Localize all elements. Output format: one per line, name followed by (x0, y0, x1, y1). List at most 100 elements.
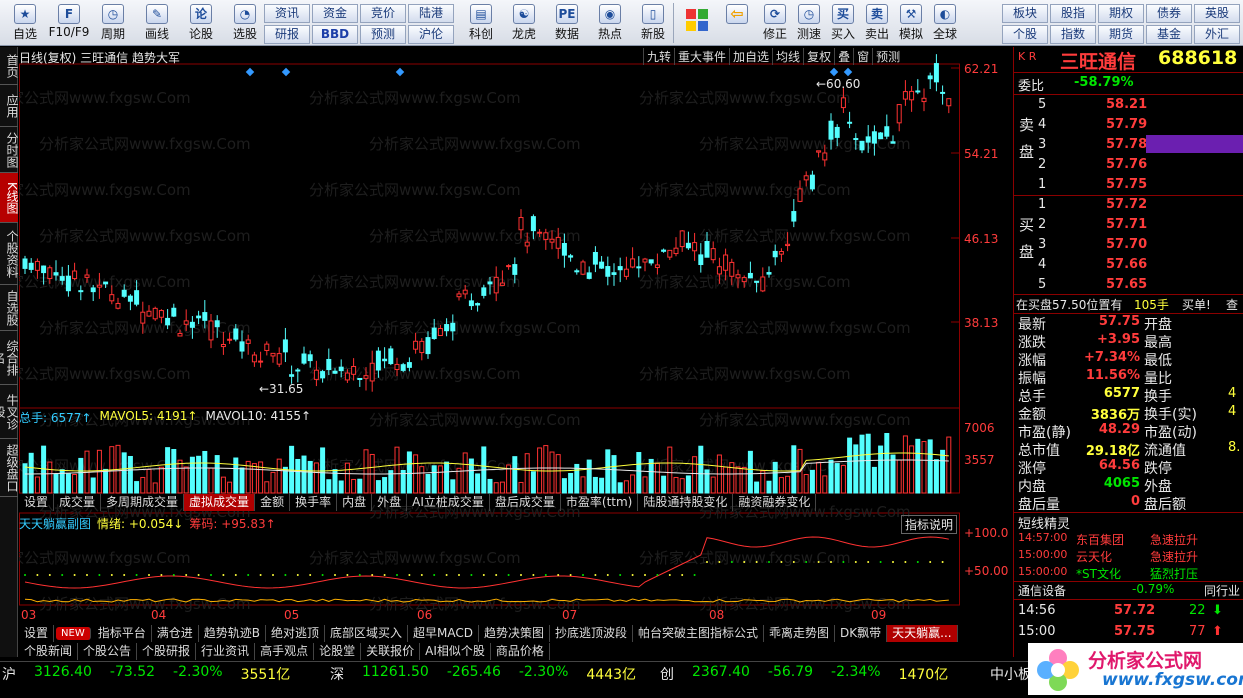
volume-tab[interactable]: 虚拟成交量 (184, 494, 256, 511)
indicator-tab[interactable]: 指标平台 (93, 625, 152, 642)
left-tab[interactable]: 首页 (0, 47, 19, 85)
quick-button[interactable]: 资金 (312, 4, 358, 23)
toolbar-button[interactable]: ◷ 测速 (792, 2, 826, 44)
toolbar-button[interactable]: ☯ 龙虎 (503, 2, 545, 44)
toolbar-button[interactable]: ✎ 画线 (136, 2, 178, 44)
chart-tool-button[interactable]: 加自选 (729, 48, 772, 65)
market-button[interactable]: 期货 (1098, 25, 1144, 44)
news-tab[interactable]: 高手观点 (255, 643, 315, 660)
indicator-tab[interactable]: 趋势决策图 (479, 625, 550, 642)
news-tab[interactable]: 论股堂 (314, 643, 362, 660)
volume-tab[interactable]: 多周期成交量 (101, 494, 185, 511)
chart-tool-button[interactable]: 重大事件 (674, 48, 729, 65)
event-marker-icon[interactable] (245, 67, 255, 77)
market-button[interactable]: 英股 (1194, 4, 1240, 23)
toolbar-button[interactable]: ◷ 周期 (92, 2, 134, 44)
volume-tab[interactable]: 成交量 (54, 494, 102, 511)
news-tab[interactable]: 个股新闻 (19, 643, 79, 660)
toolbar-button[interactable]: 卖卖出 (860, 2, 894, 44)
market-button[interactable]: 板块 (1002, 4, 1048, 23)
toolbar-button[interactable]: 论论股 (180, 2, 222, 44)
news-tab[interactable]: 个股公告 (78, 643, 138, 660)
volume-tab[interactable]: 内盘 (337, 494, 373, 511)
toolbar-button[interactable]: ⟳ 修正 (758, 2, 792, 44)
event-marker-icon[interactable] (843, 67, 853, 77)
quick-button[interactable]: 陆港 (408, 4, 454, 23)
left-tab[interactable]: 分时图 (0, 127, 19, 173)
market-button[interactable]: 股指 (1050, 4, 1096, 23)
toolbar-button[interactable]: ⚒ 模拟 (894, 2, 928, 44)
quick-button[interactable]: 资讯 (264, 4, 310, 23)
market-button[interactable]: 外汇 (1194, 25, 1240, 44)
indicator-tab[interactable]: 底部区域买入 (325, 625, 408, 642)
quick-button[interactable]: 竞价 (360, 4, 406, 23)
indicator-tab[interactable]: 绝对逃顶 (266, 625, 325, 642)
toolbar-button[interactable]: ◔ 选股 (224, 2, 266, 44)
news-tab[interactable]: 关联报价 (361, 643, 421, 660)
market-button[interactable]: 基金 (1146, 25, 1192, 44)
index-quote[interactable]: 深 11261.50 -265.46 -2.30% 4443亿 (330, 664, 636, 684)
indicator-tab[interactable]: DK飘带 (835, 625, 888, 642)
quick-button[interactable]: BBD (312, 25, 358, 44)
index-quote[interactable]: 沪 3126.40 -73.52 -2.30% 3551亿 (2, 664, 290, 684)
left-tab[interactable]: 应用 (0, 85, 19, 127)
toolbar-button[interactable]: ◐ 全球 (928, 2, 962, 44)
volume-tab[interactable]: 盘后成交量 (490, 494, 561, 511)
left-tab[interactable]: 超级盘口 (0, 439, 19, 497)
news-tab[interactable]: 个股研报 (137, 643, 197, 660)
market-button[interactable]: 债券 (1146, 4, 1192, 23)
event-marker-icon[interactable] (395, 67, 405, 77)
volume-tab[interactable]: 外盘 (372, 494, 408, 511)
indicator-tab[interactable]: 乖离走势图 (764, 625, 836, 642)
indicator-tab[interactable]: 帕台突破主图指标公式 (633, 625, 765, 642)
toolbar-button[interactable]: PE 数据 (546, 2, 588, 44)
market-button[interactable]: 期权 (1098, 4, 1144, 23)
left-tab[interactable]: 综合排名 (0, 331, 19, 385)
quick-button[interactable]: 研报 (264, 25, 310, 44)
volume-tab[interactable]: 融资融券变化 (733, 494, 817, 511)
toolbar-button[interactable]: ▯ 新股 (632, 2, 674, 44)
event-marker-icon[interactable] (281, 67, 291, 77)
indicator-tab[interactable]: NEW (56, 627, 91, 640)
color-grid-button[interactable] (680, 2, 714, 44)
indicator-tab[interactable]: 满仓进 (152, 625, 199, 642)
index-quote[interactable]: 创 2367.40 -56.79 -2.34% 1470亿 (660, 664, 948, 684)
toolbar-button[interactable]: ▤ 科创 (460, 2, 502, 44)
toolbar-button[interactable]: ◉ 热点 (589, 2, 631, 44)
chart-tool-button[interactable]: 均线 (772, 48, 803, 65)
indicator-tab[interactable]: 天天躺赢... (887, 625, 958, 642)
volume-tab[interactable]: 设置 (19, 494, 55, 511)
kline-chart[interactable]: 分析家公式网www.fxgsw.Com 分析家公式网www.fxgsw.Com 分析… (19, 47, 1011, 622)
volume-tab[interactable]: 市盈率(ttm) (561, 494, 639, 511)
quick-button[interactable]: 沪伦 (408, 25, 454, 44)
news-tab[interactable]: 行业资讯 (196, 643, 256, 660)
event-marker-icon[interactable] (829, 67, 839, 77)
indicator-tab[interactable]: 抄底逃顶波段 (550, 625, 634, 642)
left-tab[interactable]: 个股资料 (0, 223, 19, 285)
market-button[interactable]: 个股 (1002, 25, 1048, 44)
market-button[interactable]: 指数 (1050, 25, 1096, 44)
left-tab[interactable]: 牛叉诊股 (0, 385, 19, 439)
chart-tool-button[interactable]: 九转 (643, 48, 674, 65)
chart-tool-button[interactable]: 叠 (834, 48, 853, 65)
volume-tab[interactable]: 换手率 (290, 494, 338, 511)
left-tab[interactable]: K线图 (0, 173, 19, 223)
chart-tool-button[interactable]: 复权 (803, 48, 834, 65)
chart-tool-button[interactable]: 预测 (872, 48, 903, 65)
indicator-tab[interactable]: 设置 (19, 625, 55, 642)
volume-tab[interactable]: 陆股通持股变化 (638, 494, 734, 511)
indicator-tab[interactable]: 趋势轨迹B (199, 625, 266, 642)
quick-button[interactable]: 预测 (360, 25, 406, 44)
chart-tool-button[interactable]: 窗 (853, 48, 872, 65)
left-tab[interactable]: 自选股 (0, 285, 19, 331)
toolbar-button[interactable]: ★ 自选 (4, 2, 46, 44)
toolbar-button[interactable]: 买买入 (826, 2, 860, 44)
toolbar-button[interactable]: ⇦后退 (720, 2, 754, 44)
toolbar-button[interactable]: F F10/F9 (48, 2, 90, 44)
indicator-help-button[interactable]: 指标说明 (901, 515, 958, 534)
news-tab[interactable]: AI相似个股 (420, 643, 491, 660)
volume-tab[interactable]: 金额 (255, 494, 291, 511)
volume-tab[interactable]: AI立桩成交量 (407, 494, 490, 511)
news-tab[interactable]: 商品价格 (491, 643, 550, 660)
indicator-tab[interactable]: 超早MACD (408, 625, 479, 642)
